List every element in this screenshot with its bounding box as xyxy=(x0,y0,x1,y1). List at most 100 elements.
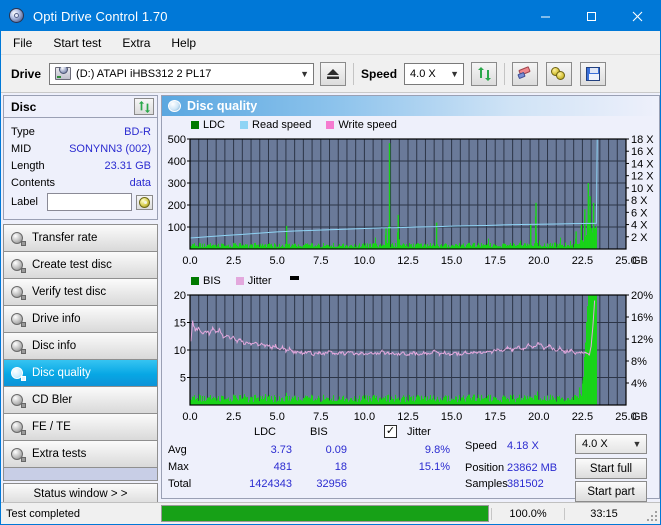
erase-icon xyxy=(517,66,533,80)
sidebar-item-label: Disc info xyxy=(32,340,77,352)
svg-text:22.5: 22.5 xyxy=(572,255,593,267)
disc-quality-icon xyxy=(168,100,181,112)
eject-button[interactable] xyxy=(320,61,347,86)
drive-label: Drive xyxy=(11,66,42,81)
chevron-down-icon: ▼ xyxy=(450,68,459,79)
ldc-chart-legend: LDC Read speed Write speed xyxy=(162,118,659,131)
sidebar-item-extra-tests[interactable]: Extra tests xyxy=(4,441,157,468)
svg-text:6 X: 6 X xyxy=(631,207,648,219)
disc-quality-header: Disc quality xyxy=(162,96,659,116)
position-stat-value: 23862 MB xyxy=(507,462,558,474)
svg-text:100: 100 xyxy=(168,222,186,234)
svg-text:400: 400 xyxy=(168,156,186,168)
sidebar-item-label: Transfer rate xyxy=(32,232,98,244)
svg-text:20%: 20% xyxy=(631,290,653,302)
cd-label-button[interactable] xyxy=(136,194,153,210)
menu-start-test[interactable]: Start test xyxy=(44,33,110,53)
jitter-checkbox[interactable]: ✓ xyxy=(384,425,397,438)
speed-stat-label: Speed xyxy=(465,440,497,452)
close-button[interactable] xyxy=(614,1,660,31)
disc-panel: Disc Type BD-R MID SONYNN3 (002) Length … xyxy=(3,95,158,220)
bis-avg-value: 0.09 xyxy=(325,444,347,456)
svg-text:GB: GB xyxy=(632,255,648,267)
svg-text:500: 500 xyxy=(168,134,186,146)
legend-label-ldc: LDC xyxy=(203,118,226,131)
legend-label-bis: BIS xyxy=(203,274,221,287)
sidebar-item-verify-test-disc[interactable]: Verify test disc xyxy=(4,279,157,306)
erase-button[interactable] xyxy=(512,61,539,86)
sidebar-item-label: Extra tests xyxy=(32,448,87,460)
progress-bar xyxy=(161,505,489,522)
maximize-button[interactable] xyxy=(568,1,614,31)
svg-text:17.5: 17.5 xyxy=(484,255,505,267)
disc-mid-value: SONYNN3 (002) xyxy=(69,142,151,155)
svg-text:10: 10 xyxy=(174,345,186,357)
svg-text:15.0: 15.0 xyxy=(441,255,462,267)
disc-panel-title: Disc xyxy=(11,99,37,114)
test-speed-value: 4.0 X xyxy=(582,438,608,450)
menu-help[interactable]: Help xyxy=(162,33,205,53)
sidebar-item-disc-quality[interactable]: Disc quality xyxy=(4,360,157,387)
disc-icon xyxy=(11,420,26,435)
sidebar-item-fe-te[interactable]: FE / TE xyxy=(4,414,157,441)
status-bar: Test completed 100.0% 33:15 xyxy=(1,502,660,524)
start-part-button[interactable]: Start part xyxy=(575,481,647,502)
sidebar-spacer xyxy=(3,468,158,481)
disc-label-label: Label xyxy=(11,196,38,208)
save-button[interactable] xyxy=(580,61,607,86)
progress-percent: 100.0% xyxy=(491,507,564,520)
disc-icon xyxy=(11,312,26,327)
svg-text:4 X: 4 X xyxy=(631,220,648,232)
test-speed-select[interactable]: 4.0 X ▼ xyxy=(575,434,647,454)
window-controls xyxy=(522,1,660,31)
page-title: Disc quality xyxy=(187,99,258,113)
svg-text:10 X: 10 X xyxy=(631,183,654,195)
sidebar-item-disc-info[interactable]: Disc info xyxy=(4,333,157,360)
speed-select[interactable]: 4.0 X ▼ xyxy=(404,62,465,85)
drive-icon xyxy=(55,67,72,80)
refresh-button[interactable] xyxy=(471,61,498,86)
disc-icon xyxy=(11,258,26,273)
speed-stat-value: 4.18 X xyxy=(507,440,539,452)
refresh-icon xyxy=(477,66,491,81)
resize-grip[interactable] xyxy=(643,507,657,521)
svg-text:300: 300 xyxy=(168,178,186,190)
settings-button[interactable] xyxy=(546,61,573,86)
title-bar: Opti Drive Control 1.70 xyxy=(1,1,660,31)
disc-row-length: Length 23.31 GB xyxy=(4,157,157,174)
legend-swatch-read-speed xyxy=(240,120,249,129)
menu-file[interactable]: File xyxy=(4,33,41,53)
disc-icon xyxy=(11,393,26,408)
sidebar-item-cd-bler[interactable]: CD Bler xyxy=(4,387,157,414)
cd-icon xyxy=(139,196,150,208)
sidebar-item-create-test-disc[interactable]: Create test disc xyxy=(4,252,157,279)
legend-label-read-speed: Read speed xyxy=(252,118,312,131)
start-full-button[interactable]: Start full xyxy=(575,458,647,479)
ldc-max-value: 481 xyxy=(273,461,292,473)
jitter-label: Jitter xyxy=(407,426,431,438)
bis-jitter-chart: 5 10 15 20 4% 8% 12% 16% 20% 0.0 2.5 5.0 7.5 10.0 12.5… xyxy=(162,287,659,427)
toolbar-separator xyxy=(504,62,506,85)
chevron-down-icon: ▼ xyxy=(300,68,309,79)
svg-text:8 X: 8 X xyxy=(631,195,648,207)
sidebar-item-drive-info[interactable]: Drive info xyxy=(4,306,157,333)
disc-refresh-button[interactable] xyxy=(134,98,154,115)
disc-label-input[interactable] xyxy=(46,193,132,211)
sidebar-item-transfer-rate[interactable]: Transfer rate xyxy=(4,225,157,252)
svg-text:5: 5 xyxy=(180,373,186,385)
stats-row-total-label: Total xyxy=(168,478,192,490)
minimize-button[interactable] xyxy=(522,1,568,31)
sidebar-item-label: FE / TE xyxy=(32,421,71,433)
disc-icon xyxy=(11,339,26,354)
ldc-total-value: 1424343 xyxy=(249,478,292,490)
svg-text:18 X: 18 X xyxy=(631,134,654,146)
bis-jitter-chart-svg: 51015204%8%12%16%20%0.0 2.5 5.0 7.5 10.0 12.5… xyxy=(174,290,653,423)
svg-text:20: 20 xyxy=(174,290,186,302)
svg-text:7.5: 7.5 xyxy=(313,255,328,267)
disc-icon xyxy=(11,366,26,381)
svg-text:200: 200 xyxy=(168,200,186,212)
disc-icon xyxy=(8,7,26,25)
menu-extra[interactable]: Extra xyxy=(113,33,159,53)
drive-select[interactable]: (D:) ATAPI iHBS312 2 PL17 ▼ xyxy=(49,62,315,85)
drive-toolbar: Drive (D:) ATAPI iHBS312 2 PL17 ▼ Speed … xyxy=(1,55,660,93)
